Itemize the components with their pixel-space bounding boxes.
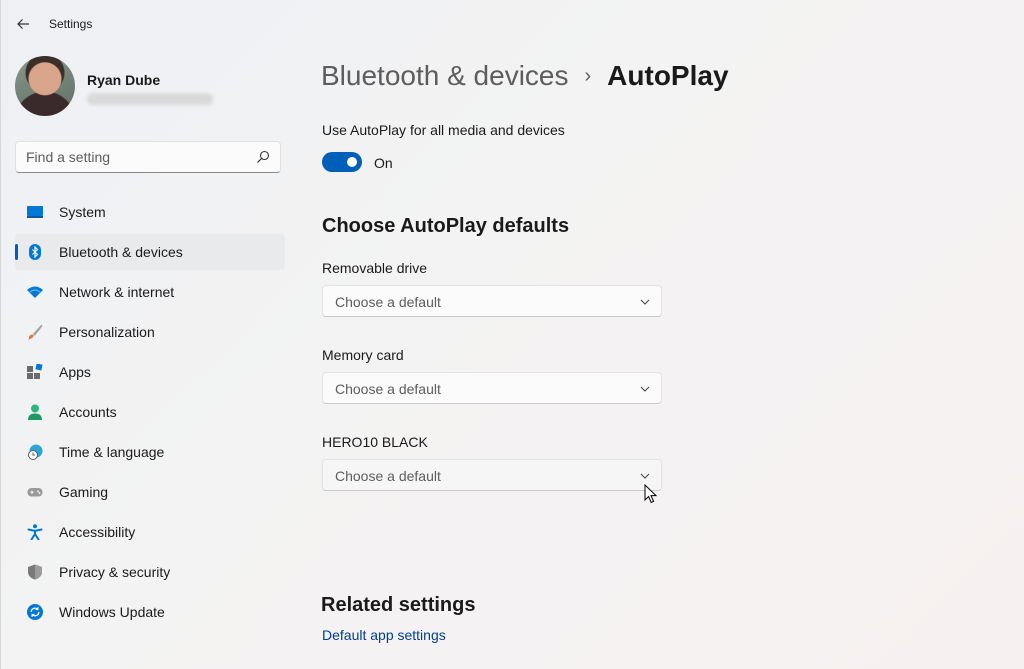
sidebar-item-time-language[interactable]: Time & language	[15, 434, 285, 470]
autoplay-toggle[interactable]	[322, 152, 362, 172]
chevron-down-icon	[640, 386, 650, 392]
toggle-knob	[347, 157, 357, 167]
globe-clock-icon	[28, 444, 43, 460]
sidebar-item-label: Bluetooth & devices	[59, 244, 183, 260]
sidebar-item-accounts[interactable]: Accounts	[15, 394, 285, 430]
sidebar-item-label: Time & language	[59, 444, 165, 460]
sidebar-item-apps[interactable]: Apps	[15, 354, 285, 390]
dropdown-value: Choose a default	[335, 381, 441, 397]
sidebar-item-privacy-security[interactable]: Privacy & security	[15, 554, 285, 590]
removable-drive-dropdown[interactable]: Choose a default	[322, 285, 662, 317]
mouse-cursor-icon	[644, 484, 658, 504]
user-profile[interactable]: Ryan Dube	[15, 56, 285, 118]
dropdown-value: Choose a default	[335, 294, 441, 310]
search-icon[interactable]	[256, 150, 270, 164]
brush-icon	[28, 324, 43, 340]
search-box[interactable]	[15, 141, 281, 173]
back-button[interactable]	[13, 14, 33, 34]
default-app-settings-link[interactable]: Default app settings	[322, 627, 446, 643]
sidebar-item-label: Windows Update	[59, 604, 165, 620]
section-title-autoplay-defaults: Choose AutoPlay defaults	[322, 215, 570, 237]
removable-drive-label: Removable drive	[322, 260, 428, 276]
sidebar-item-gaming[interactable]: Gaming	[15, 474, 285, 510]
main-content: Bluetooth & devices › AutoPlay Use AutoP…	[321, 48, 1011, 669]
back-arrow-icon	[17, 19, 29, 29]
update-icon	[27, 604, 43, 620]
search-input[interactable]	[26, 148, 246, 166]
page-title: AutoPlay	[607, 60, 729, 91]
chevron-down-icon	[640, 299, 650, 305]
hero10-black-dropdown[interactable]: Choose a default	[322, 459, 662, 491]
title-bar: Settings	[1, 0, 1024, 48]
sidebar-item-personalization[interactable]: Personalization	[15, 314, 285, 350]
related-settings-title: Related settings	[321, 594, 476, 616]
profile-name: Ryan Dube	[87, 72, 161, 88]
sidebar-item-label: Network & internet	[59, 284, 175, 300]
avatar	[15, 56, 75, 116]
memory-card-label: Memory card	[322, 347, 404, 363]
sidebar-item-label: Gaming	[59, 484, 109, 500]
autoplay-toggle-label: Use AutoPlay for all media and devices	[322, 122, 565, 138]
sidebar-item-accessibility[interactable]: Accessibility	[15, 514, 285, 550]
sidebar-item-label: Accounts	[59, 404, 117, 420]
app-title: Settings	[49, 17, 93, 31]
gamepad-icon	[27, 488, 43, 497]
sidebar-item-network[interactable]: Network & internet	[15, 274, 285, 310]
bluetooth-icon	[29, 244, 41, 260]
breadcrumb: Bluetooth & devices › AutoPlay	[321, 58, 729, 94]
sidebar-nav: System Bluetooth & devices Network & int…	[15, 194, 285, 634]
sidebar-item-label: Privacy & security	[59, 564, 171, 580]
wifi-icon	[27, 286, 43, 298]
memory-card-dropdown[interactable]: Choose a default	[322, 372, 662, 404]
chevron-right-icon: ›	[584, 64, 592, 87]
shield-icon	[28, 564, 42, 580]
sidebar-item-bluetooth[interactable]: Bluetooth & devices	[15, 234, 285, 270]
dropdown-value: Choose a default	[335, 468, 441, 484]
apps-icon	[27, 364, 43, 379]
monitor-icon	[27, 206, 43, 218]
sidebar-item-label: System	[59, 204, 106, 220]
sidebar-item-label: Accessibility	[59, 524, 136, 540]
breadcrumb-parent-link[interactable]: Bluetooth & devices	[321, 60, 569, 92]
chevron-down-icon	[640, 473, 650, 479]
hero10-black-label: HERO10 BLACK	[322, 434, 428, 450]
person-icon	[28, 404, 42, 420]
sidebar-item-windows-update[interactable]: Windows Update	[15, 594, 285, 630]
profile-email-redacted	[87, 93, 213, 105]
sidebar-item-label: Personalization	[59, 324, 155, 340]
toggle-state-text: On	[374, 155, 393, 171]
sidebar-item-system[interactable]: System	[15, 194, 285, 230]
settings-window: Settings Ryan Dube System	[0, 0, 1024, 669]
sidebar: Ryan Dube System	[1, 48, 297, 669]
sidebar-item-label: Apps	[59, 364, 91, 380]
accessibility-icon	[27, 524, 43, 540]
